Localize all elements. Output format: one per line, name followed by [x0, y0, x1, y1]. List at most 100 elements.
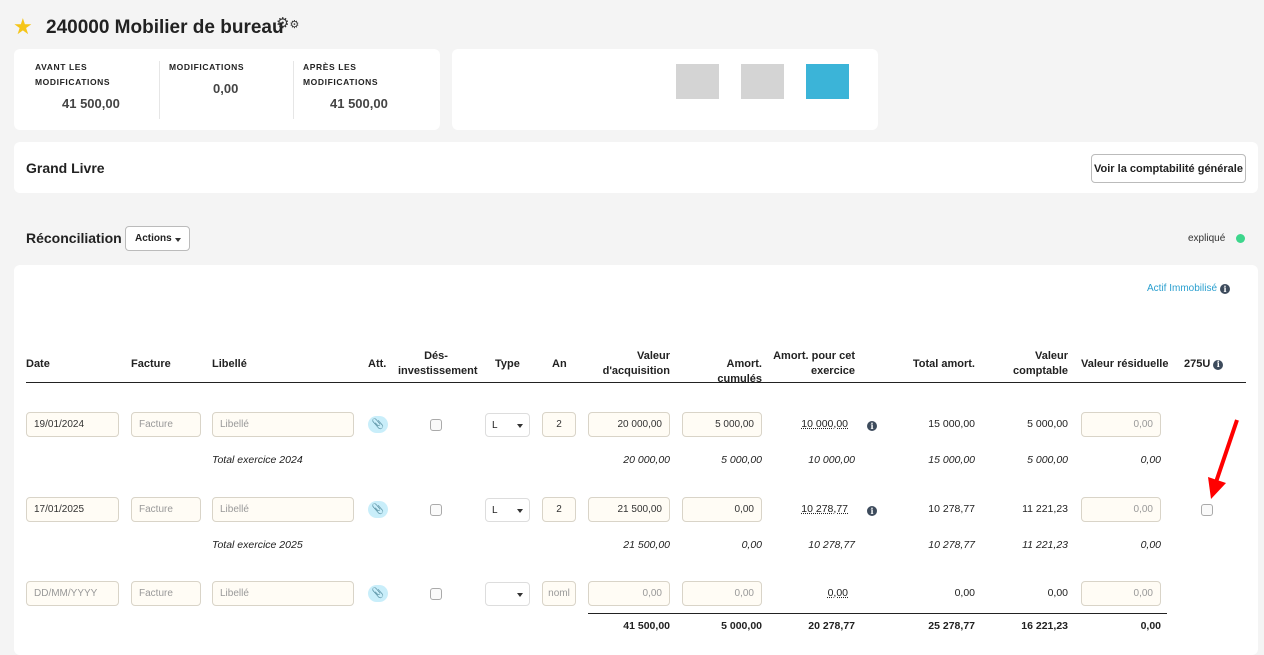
- stat-after-value: 41 500,00: [330, 96, 388, 111]
- caret-down-icon: [517, 424, 523, 428]
- actions-dropdown[interactable]: Actions: [125, 226, 190, 251]
- attachment-paperclip-icon[interactable]: 📎: [368, 585, 388, 602]
- col-label: Valeur: [636, 350, 670, 362]
- amort-cumules-input[interactable]: 0,00: [682, 581, 762, 606]
- col-label: investissement: [398, 365, 478, 377]
- grand-total-ta: 25 278,77: [928, 620, 975, 632]
- stat-label: MODIFICATIONS: [303, 77, 379, 87]
- grand-total-ae: 20 278,77: [808, 620, 855, 632]
- valeur-residuelle-input[interactable]: 0,00: [1081, 497, 1161, 522]
- view-switcher-card: [452, 49, 878, 130]
- total-ta: 15 000,00: [928, 454, 975, 466]
- status-dot: [1236, 234, 1245, 243]
- view-option-active[interactable]: [806, 64, 849, 99]
- grand-total-va: 41 500,00: [623, 620, 670, 632]
- info-icon[interactable]: i: [867, 421, 877, 431]
- year-total-row: Total exercice 2024 20 000,00 5 000,00 1…: [0, 448, 1264, 474]
- year-total-label: Total exercice 2024: [212, 454, 303, 466]
- facture-input[interactable]: Facture: [131, 497, 201, 522]
- grand-total-row: 41 500,00 5 000,00 20 278,77 25 278,77 1…: [0, 614, 1264, 640]
- col-275u: 275U i: [1184, 357, 1224, 372]
- red-arrow-annotation: [1208, 419, 1239, 499]
- date-input[interactable]: 19/01/2024: [26, 412, 119, 437]
- total-va: 20 000,00: [623, 454, 670, 466]
- valeur-comptable-value: 5 000,00: [1027, 418, 1068, 430]
- total-vc: 11 221,23: [1022, 539, 1068, 551]
- col-libelle: Libellé: [212, 358, 247, 370]
- col-label: exercice: [810, 365, 855, 377]
- valeur-comptable-value: 0,00: [1047, 587, 1068, 599]
- amort-exercice-value[interactable]: 10 000,00: [770, 418, 848, 430]
- attachment-paperclip-icon[interactable]: 📎: [368, 501, 388, 518]
- col-amort-exercice: Amort. pour cet exercice: [770, 349, 855, 379]
- attachment-paperclip-icon[interactable]: 📎: [368, 416, 388, 433]
- caret-down-icon: [175, 238, 181, 242]
- type-select[interactable]: [485, 582, 530, 606]
- amort-exercice-value[interactable]: 10 278,77: [770, 503, 848, 515]
- view-general-ledger-button[interactable]: Voir la comptabilité générale: [1091, 154, 1246, 183]
- total-amort-value: 15 000,00: [928, 418, 975, 430]
- date-input[interactable]: DD/MM/YYYY: [26, 581, 119, 606]
- status-label: expliqué: [1188, 233, 1226, 244]
- favorite-star-icon[interactable]: ★: [13, 14, 33, 40]
- info-icon: i: [1213, 359, 1224, 370]
- ledger-card: Grand Livre Voir la comptabilité général…: [14, 142, 1258, 193]
- view-option[interactable]: [676, 64, 719, 99]
- libelle-input[interactable]: Libellé: [212, 581, 354, 606]
- type-select[interactable]: L: [485, 413, 530, 437]
- an-input[interactable]: noml: [542, 581, 576, 606]
- valeur-acquisition-input[interactable]: 0,00: [588, 581, 670, 606]
- valeur-residuelle-input[interactable]: 0,00: [1081, 581, 1161, 606]
- an-input[interactable]: 2: [542, 497, 576, 522]
- total-ae: 10 000,00: [808, 454, 855, 466]
- col-label: d'acquisition: [602, 365, 670, 377]
- type-select[interactable]: L: [485, 498, 530, 522]
- amort-cumules-input[interactable]: 5 000,00: [682, 412, 762, 437]
- col-valeur-residuelle: Valeur résiduelle: [1081, 358, 1169, 370]
- col-label: Valeur: [1034, 350, 1068, 362]
- valeur-comptable-value: 11 221,23: [1022, 503, 1068, 515]
- facture-input[interactable]: Facture: [131, 412, 201, 437]
- stats-card: AVANT LES MODIFICATIONS 41 500,00 MODIFIC…: [14, 49, 440, 130]
- col-label: Dés-: [424, 350, 448, 362]
- libelle-input[interactable]: Libellé: [212, 412, 354, 437]
- an-input[interactable]: 2: [542, 412, 576, 437]
- col-date: Date: [26, 358, 50, 370]
- libelle-input[interactable]: Libellé: [212, 497, 354, 522]
- asset-row: 19/01/2024 Facture Libellé 📎 L 2 20 000,…: [0, 412, 1264, 438]
- total-ae: 10 278,77: [808, 539, 855, 551]
- valeur-acquisition-input[interactable]: 21 500,00: [588, 497, 670, 522]
- info-icon[interactable]: i: [867, 506, 877, 516]
- valeur-acquisition-input[interactable]: 20 000,00: [588, 412, 670, 437]
- facture-input[interactable]: Facture: [131, 581, 201, 606]
- desinvestissement-checkbox[interactable]: [430, 419, 442, 431]
- header-divider: [26, 382, 1246, 383]
- stat-before-value: 41 500,00: [62, 96, 120, 111]
- grand-total-vc: 16 221,23: [1021, 620, 1068, 632]
- col-label: 275U: [1184, 358, 1211, 370]
- 275u-checkbox[interactable]: [1201, 504, 1213, 516]
- valeur-residuelle-input[interactable]: 0,00: [1081, 412, 1161, 437]
- total-amort-value: 0,00: [954, 587, 975, 599]
- fixed-assets-link[interactable]: Actif Immobilisé i: [1147, 283, 1231, 294]
- date-input[interactable]: 17/01/2025: [26, 497, 119, 522]
- stat-label: AVANT LES: [35, 62, 88, 72]
- desinvestissement-checkbox[interactable]: [430, 504, 442, 516]
- grand-total-ac: 5 000,00: [721, 620, 762, 632]
- type-value: L: [492, 419, 498, 431]
- total-vc: 5 000,00: [1027, 454, 1068, 466]
- type-value: L: [492, 504, 498, 516]
- view-option[interactable]: [741, 64, 784, 99]
- page-title: 240000 Mobilier de bureau: [46, 17, 284, 38]
- desinvestissement-checkbox[interactable]: [430, 588, 442, 600]
- settings-gears-icon[interactable]: ⚙⚙: [276, 14, 299, 32]
- col-label: Amort. pour cet: [773, 350, 855, 362]
- col-total-amort: Total amort.: [912, 358, 975, 370]
- amort-exercice-value[interactable]: 0,00: [770, 587, 848, 599]
- col-att: Att.: [368, 358, 387, 370]
- asset-row: DD/MM/YYYY Facture Libellé 📎 noml 0,00 0…: [0, 581, 1264, 607]
- amort-cumules-input[interactable]: 0,00: [682, 497, 762, 522]
- caret-down-icon: [517, 593, 523, 597]
- fixed-assets-link-label: Actif Immobilisé: [1147, 283, 1218, 294]
- actions-label: Actions: [135, 233, 172, 244]
